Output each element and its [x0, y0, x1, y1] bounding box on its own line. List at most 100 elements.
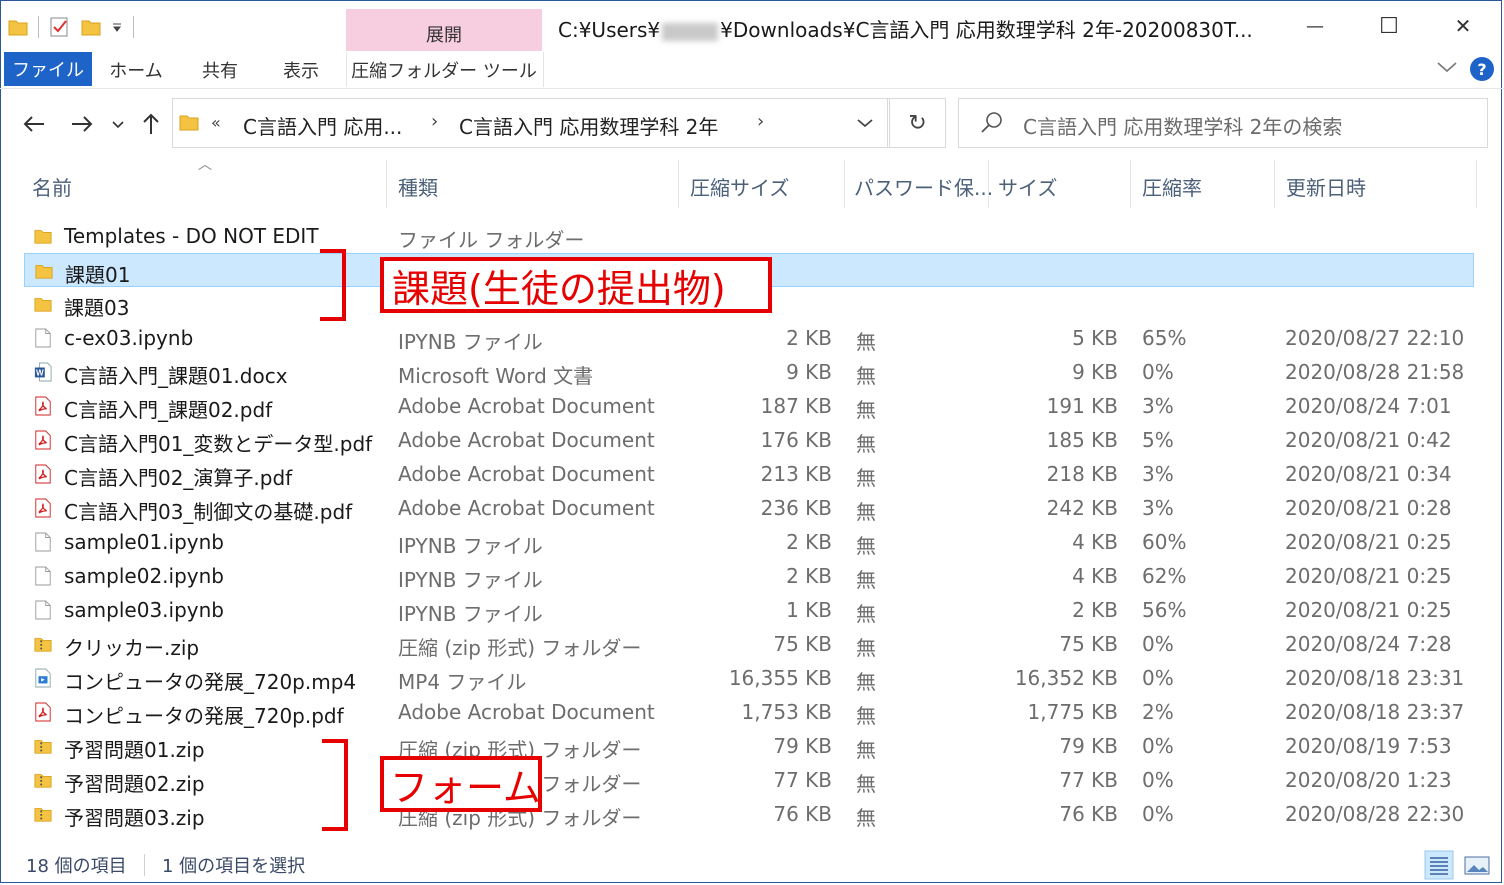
breadcrumb-parent[interactable]: C言語入門 応用...: [243, 111, 402, 140]
file-type: Microsoft Word 文書: [398, 364, 594, 388]
breadcrumb-current[interactable]: C言語入門 応用数理学科 2年: [459, 111, 718, 140]
column-date[interactable]: 更新日時: [1286, 172, 1366, 201]
file-row[interactable]: 予習問題02.zip圧縮 (zip 形式) フォルダー77 KB無77 KB0%…: [24, 763, 1474, 797]
file-ratio: 56%: [1142, 598, 1187, 622]
file-password: 無: [856, 398, 876, 422]
new-folder-icon[interactable]: [81, 18, 101, 36]
column-divider[interactable]: [1476, 160, 1477, 208]
file-password: 無: [856, 330, 876, 354]
file-date: 2020/08/19 7:53: [1285, 734, 1452, 758]
maximize-button[interactable]: ☐: [1366, 8, 1412, 44]
folder-icon: [34, 230, 52, 244]
file-row[interactable]: C言語入門02_演算子.pdf Adobe Acrobat Document 213…: [24, 457, 1474, 491]
file-row[interactable]: C言語入門_課題02.pdf Adobe Acrobat Document 187 …: [24, 389, 1474, 423]
file-compressed-size: 236 KB: [760, 496, 832, 520]
tab-share[interactable]: 共有: [190, 52, 250, 87]
file-password: 無: [856, 568, 876, 592]
file-ratio: 0%: [1142, 768, 1174, 792]
expand-ribbon-icon[interactable]: [1436, 60, 1458, 74]
file-type: IPYNB ファイル: [398, 330, 543, 354]
file-size: 242 KB: [1046, 496, 1118, 520]
file-row[interactable]: コンピュータの発展_720p.mp4 MP4 ファイル 16,355 KB 無 16,3…: [24, 661, 1474, 695]
pdf-icon: [35, 464, 51, 484]
toolbar-divider: [38, 16, 39, 38]
file-date: 2020/08/18 23:31: [1285, 666, 1465, 690]
file-date: 2020/08/28 22:30: [1285, 802, 1465, 826]
file-row[interactable]: コンピュータの発展_720p.pdf Adobe Acrobat Document…: [24, 695, 1474, 729]
column-password[interactable]: パスワード保...: [854, 172, 993, 201]
file-type: Adobe Acrobat Document: [398, 394, 655, 418]
file-compressed-size: 1 KB: [786, 598, 832, 622]
file-ratio: 60%: [1142, 530, 1187, 554]
file-row[interactable]: C言語入門01_変数とデータ型.pdf Adobe Acrobat Documen…: [24, 423, 1474, 457]
file-name: クリッカー.zip: [64, 636, 200, 660]
details-view-icon[interactable]: [1424, 850, 1454, 880]
column-divider[interactable]: [988, 160, 989, 208]
column-size[interactable]: サイズ: [998, 172, 1057, 201]
column-divider[interactable]: [386, 160, 387, 208]
minimize-button[interactable]: —: [1292, 8, 1338, 44]
search-placeholder: C言語入門 応用数理学科 2年の検索: [1023, 115, 1343, 139]
tab-compressed-folder-tools[interactable]: 圧縮フォルダー ツール: [346, 52, 542, 87]
file-row[interactable]: sample03.ipynb IPYNB ファイル 1 KB 無 2 KB 56% 2020…: [24, 593, 1474, 627]
file-type: IPYNB ファイル: [398, 568, 543, 592]
file-row[interactable]: 予習問題01.zip 圧縮 (zip 形式) フォルダー 79 KB 無 79 KB 0%…: [24, 729, 1474, 763]
overflow-chevron[interactable]: «: [211, 113, 221, 132]
help-button[interactable]: ?: [1470, 57, 1494, 81]
file-row[interactable]: sample02.ipynb IPYNB ファイル 2 KB 無 4 KB 62% 2020…: [24, 559, 1474, 593]
forward-arrow-icon[interactable]: [68, 110, 96, 138]
file-row[interactable]: Templates - DO NOT EDIT ファイル フォルダー: [24, 219, 1474, 253]
up-arrow-icon[interactable]: [138, 110, 164, 138]
column-divider[interactable]: [678, 160, 679, 208]
column-divider[interactable]: [1274, 160, 1275, 208]
file-type: ファイル フォルダー: [398, 228, 585, 252]
file-row[interactable]: クリッカー.zip 圧縮 (zip 形式) フォルダー 75 KB 無 75 KB 0% 2…: [24, 627, 1474, 661]
back-arrow-icon[interactable]: [20, 110, 48, 138]
properties-icon[interactable]: [49, 16, 71, 38]
column-type[interactable]: 種類: [398, 172, 438, 201]
document-icon: [35, 328, 51, 348]
zip-icon: [34, 638, 52, 652]
file-row[interactable]: C言語入門03_制御文の基礎.pdf Adobe Acrobat Document…: [24, 491, 1474, 525]
close-button[interactable]: ✕: [1440, 8, 1486, 44]
breadcrumb-separator[interactable]: ›: [431, 111, 438, 132]
file-name: C言語入門_課題02.pdf: [64, 398, 273, 422]
redacted-username: [662, 22, 719, 41]
tab-home[interactable]: ホーム: [104, 52, 168, 87]
address-dropdown-button[interactable]: [840, 98, 890, 148]
tab-file[interactable]: ファイル: [4, 52, 92, 86]
file-compressed-size: 213 KB: [760, 462, 832, 486]
file-row[interactable]: sample01.ipynb IPYNB ファイル 2 KB 無 4 KB 60% 2020…: [24, 525, 1474, 559]
file-ratio: 3%: [1142, 394, 1174, 418]
address-bar[interactable]: « C言語入門 応用... › C言語入門 応用数理学科 2年 ›: [172, 98, 888, 148]
column-ratio[interactable]: 圧縮率: [1142, 172, 1202, 201]
file-ratio: 2%: [1142, 700, 1174, 724]
file-compressed-size: 2 KB: [786, 564, 832, 588]
file-type: Adobe Acrobat Document: [398, 700, 655, 724]
tab-view[interactable]: 表示: [270, 52, 332, 87]
column-name[interactable]: 名前: [32, 172, 72, 201]
sort-ascending-icon: ︿: [198, 157, 212, 173]
zip-icon: [34, 808, 52, 822]
file-size: 185 KB: [1046, 428, 1118, 452]
file-compressed-size: 1,753 KB: [741, 700, 832, 724]
column-compressed-size[interactable]: 圧縮サイズ: [690, 172, 789, 201]
file-password: 無: [856, 534, 876, 558]
status-bar: 18 個の項目 1 個の項目を選択: [0, 846, 1504, 882]
column-divider[interactable]: [1130, 160, 1131, 208]
file-row[interactable]: c-ex03.ipynb IPYNB ファイル 2 KB 無 5 KB 65% 2020/0…: [24, 321, 1474, 355]
customize-toolbar-icon[interactable]: [111, 21, 123, 33]
file-row[interactable]: 予習問題03.zip 圧縮 (zip 形式) フォルダー 76 KB 無 76 KB 0%…: [24, 797, 1474, 831]
file-date: 2020/08/21 0:25: [1285, 530, 1452, 554]
refresh-button[interactable]: ↻: [890, 98, 946, 148]
file-compressed-size: 187 KB: [760, 394, 832, 418]
file-date: 2020/08/21 0:42: [1285, 428, 1452, 452]
search-box[interactable]: C言語入門 応用数理学科 2年の検索: [958, 98, 1488, 148]
breadcrumb-separator[interactable]: ›: [757, 111, 764, 132]
column-divider[interactable]: [844, 160, 845, 208]
recent-locations-icon[interactable]: [110, 110, 126, 138]
file-size: 4 KB: [1072, 564, 1118, 588]
file-row[interactable]: W C言語入門_課題01.docx Microsoft Word 文書 9 KB 無 9 …: [24, 355, 1474, 389]
large-icons-view-icon[interactable]: [1462, 850, 1492, 880]
file-password: 無: [856, 500, 876, 524]
